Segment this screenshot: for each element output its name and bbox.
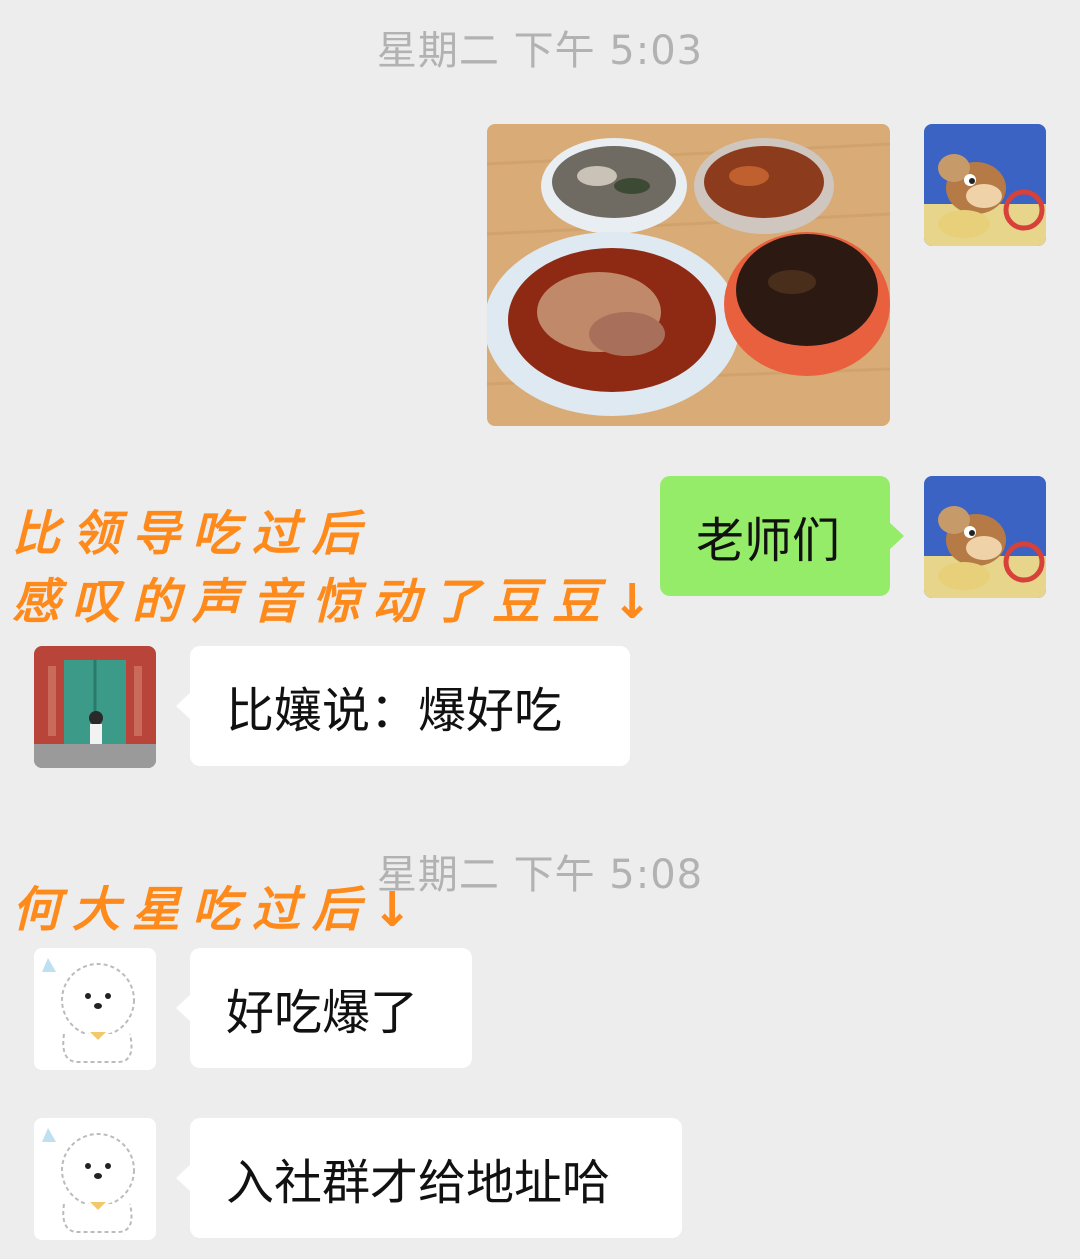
timestamp: 星期二 下午 5:03 — [376, 28, 704, 74]
cartoon-mouse-avatar[interactable] — [924, 124, 1046, 246]
message-bubble-received[interactable]: 好吃爆了 — [176, 948, 472, 1068]
caption-line: 感叹的声音惊动了豆豆↓ — [12, 574, 665, 630]
white-dog-avatar[interactable] — [34, 948, 156, 1070]
girl-at-green-door-avatar[interactable] — [34, 646, 156, 768]
white-dog-avatar[interactable] — [34, 1118, 156, 1240]
message-bubble-received[interactable]: 比孃说：爆好吃 — [176, 646, 630, 766]
caption: 何大星吃过后↓ — [12, 876, 424, 944]
caption-line: 何大星吃过后↓ — [12, 882, 425, 938]
caption: 比领导吃过后 感叹的声音惊动了豆豆↓ — [12, 500, 664, 636]
message-bubble-received[interactable]: 入社群才给地址哈 — [176, 1118, 682, 1238]
food-dishes-photo[interactable] — [487, 124, 890, 426]
cartoon-mouse-avatar[interactable] — [924, 476, 1046, 598]
message-bubble-sent[interactable]: 老师们 — [660, 476, 904, 596]
caption-line: 比领导吃过后 — [12, 506, 373, 562]
